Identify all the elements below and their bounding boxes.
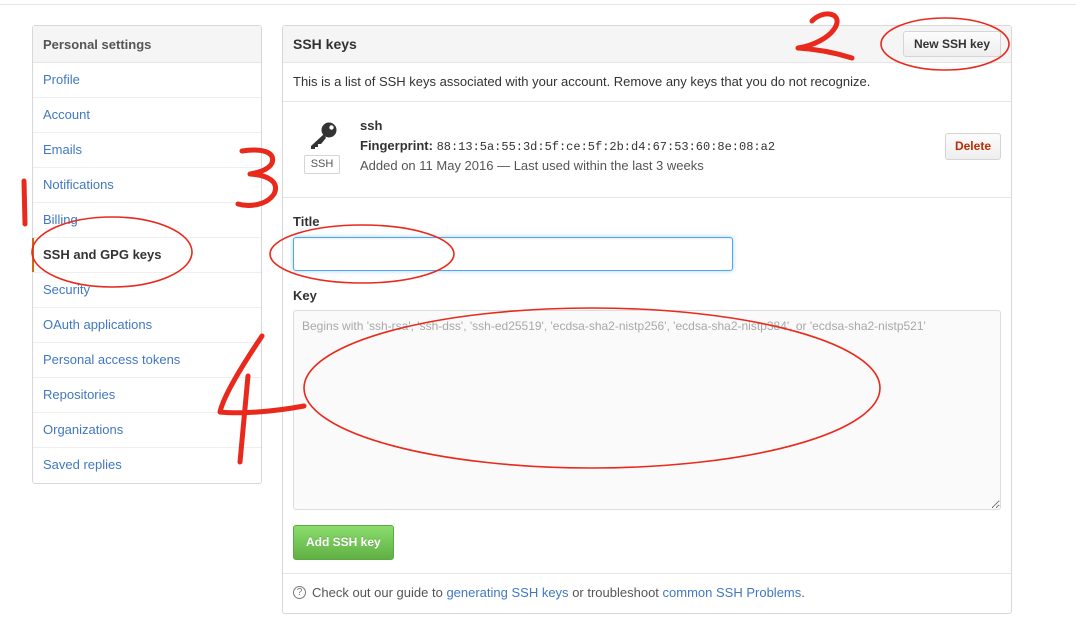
ssh-badge: SSH — [304, 155, 340, 174]
title-label: Title — [293, 214, 320, 229]
footer-text-1: Check out our guide to — [312, 585, 443, 600]
sidebar-item-emails[interactable]: Emails — [33, 133, 261, 168]
intro-text: This is a list of SSH keys associated wi… — [283, 63, 1011, 102]
key-icon — [311, 122, 337, 149]
settings-sidebar: Personal settings Profile Account Emails… — [32, 25, 262, 484]
annotation-mark-1 — [21, 178, 28, 227]
new-ssh-key-button[interactable]: New SSH key — [902, 31, 1001, 57]
sidebar-item-security[interactable]: Security — [33, 273, 261, 308]
title-input[interactable] — [293, 237, 733, 271]
add-ssh-key-button[interactable]: Add SSH key — [293, 525, 394, 560]
fingerprint-line: Fingerprint: 88:13:5a:55:3d:5f:ce:5f:2b:… — [360, 138, 775, 154]
sidebar-header: Personal settings — [33, 26, 261, 63]
sidebar-item-saved-replies[interactable]: Saved replies — [33, 448, 261, 483]
sidebar-item-notifications[interactable]: Notifications — [33, 168, 261, 203]
footer-text-3: . — [801, 585, 805, 600]
generating-ssh-keys-link[interactable]: generating SSH keys — [446, 585, 568, 600]
footer-text-2: or troubleshoot — [572, 585, 659, 600]
ssh-key-row: SSH ssh Fingerprint: 88:13:5a:55:3d:5f:c… — [283, 102, 1011, 198]
sidebar-item-repositories[interactable]: Repositories — [33, 378, 261, 413]
common-ssh-problems-link[interactable]: common SSH Problems — [663, 585, 802, 600]
sidebar-item-account[interactable]: Account — [33, 98, 261, 133]
key-name: ssh — [360, 118, 383, 133]
sidebar-item-personal-access-tokens[interactable]: Personal access tokens — [33, 343, 261, 378]
delete-key-button[interactable]: Delete — [944, 133, 1001, 160]
key-label: Key — [293, 288, 317, 303]
fingerprint-label: Fingerprint: — [360, 138, 433, 153]
sidebar-item-organizations[interactable]: Organizations — [33, 413, 261, 448]
ssh-keys-panel: SSH keys New SSH key This is a list of S… — [282, 25, 1012, 614]
sidebar-item-profile[interactable]: Profile — [33, 63, 261, 98]
question-icon: ? — [293, 586, 306, 600]
key-added-info: Added on 11 May 2016 — Last used within … — [360, 158, 704, 173]
key-textarea[interactable] — [293, 310, 1001, 510]
fingerprint-value: 88:13:5a:55:3d:5f:ce:5f:2b:d4:67:53:60:8… — [436, 140, 776, 154]
page-title: SSH keys — [293, 36, 357, 52]
top-divider — [0, 4, 1076, 5]
sidebar-item-billing[interactable]: Billing — [33, 203, 261, 238]
help-footer: ? Check out our guide to generating SSH k… — [283, 573, 1011, 614]
sidebar-item-oauth-applications[interactable]: OAuth applications — [33, 308, 261, 343]
panel-header: SSH keys New SSH key — [283, 26, 1011, 63]
sidebar-item-ssh-gpg-keys[interactable]: SSH and GPG keys — [32, 238, 261, 273]
